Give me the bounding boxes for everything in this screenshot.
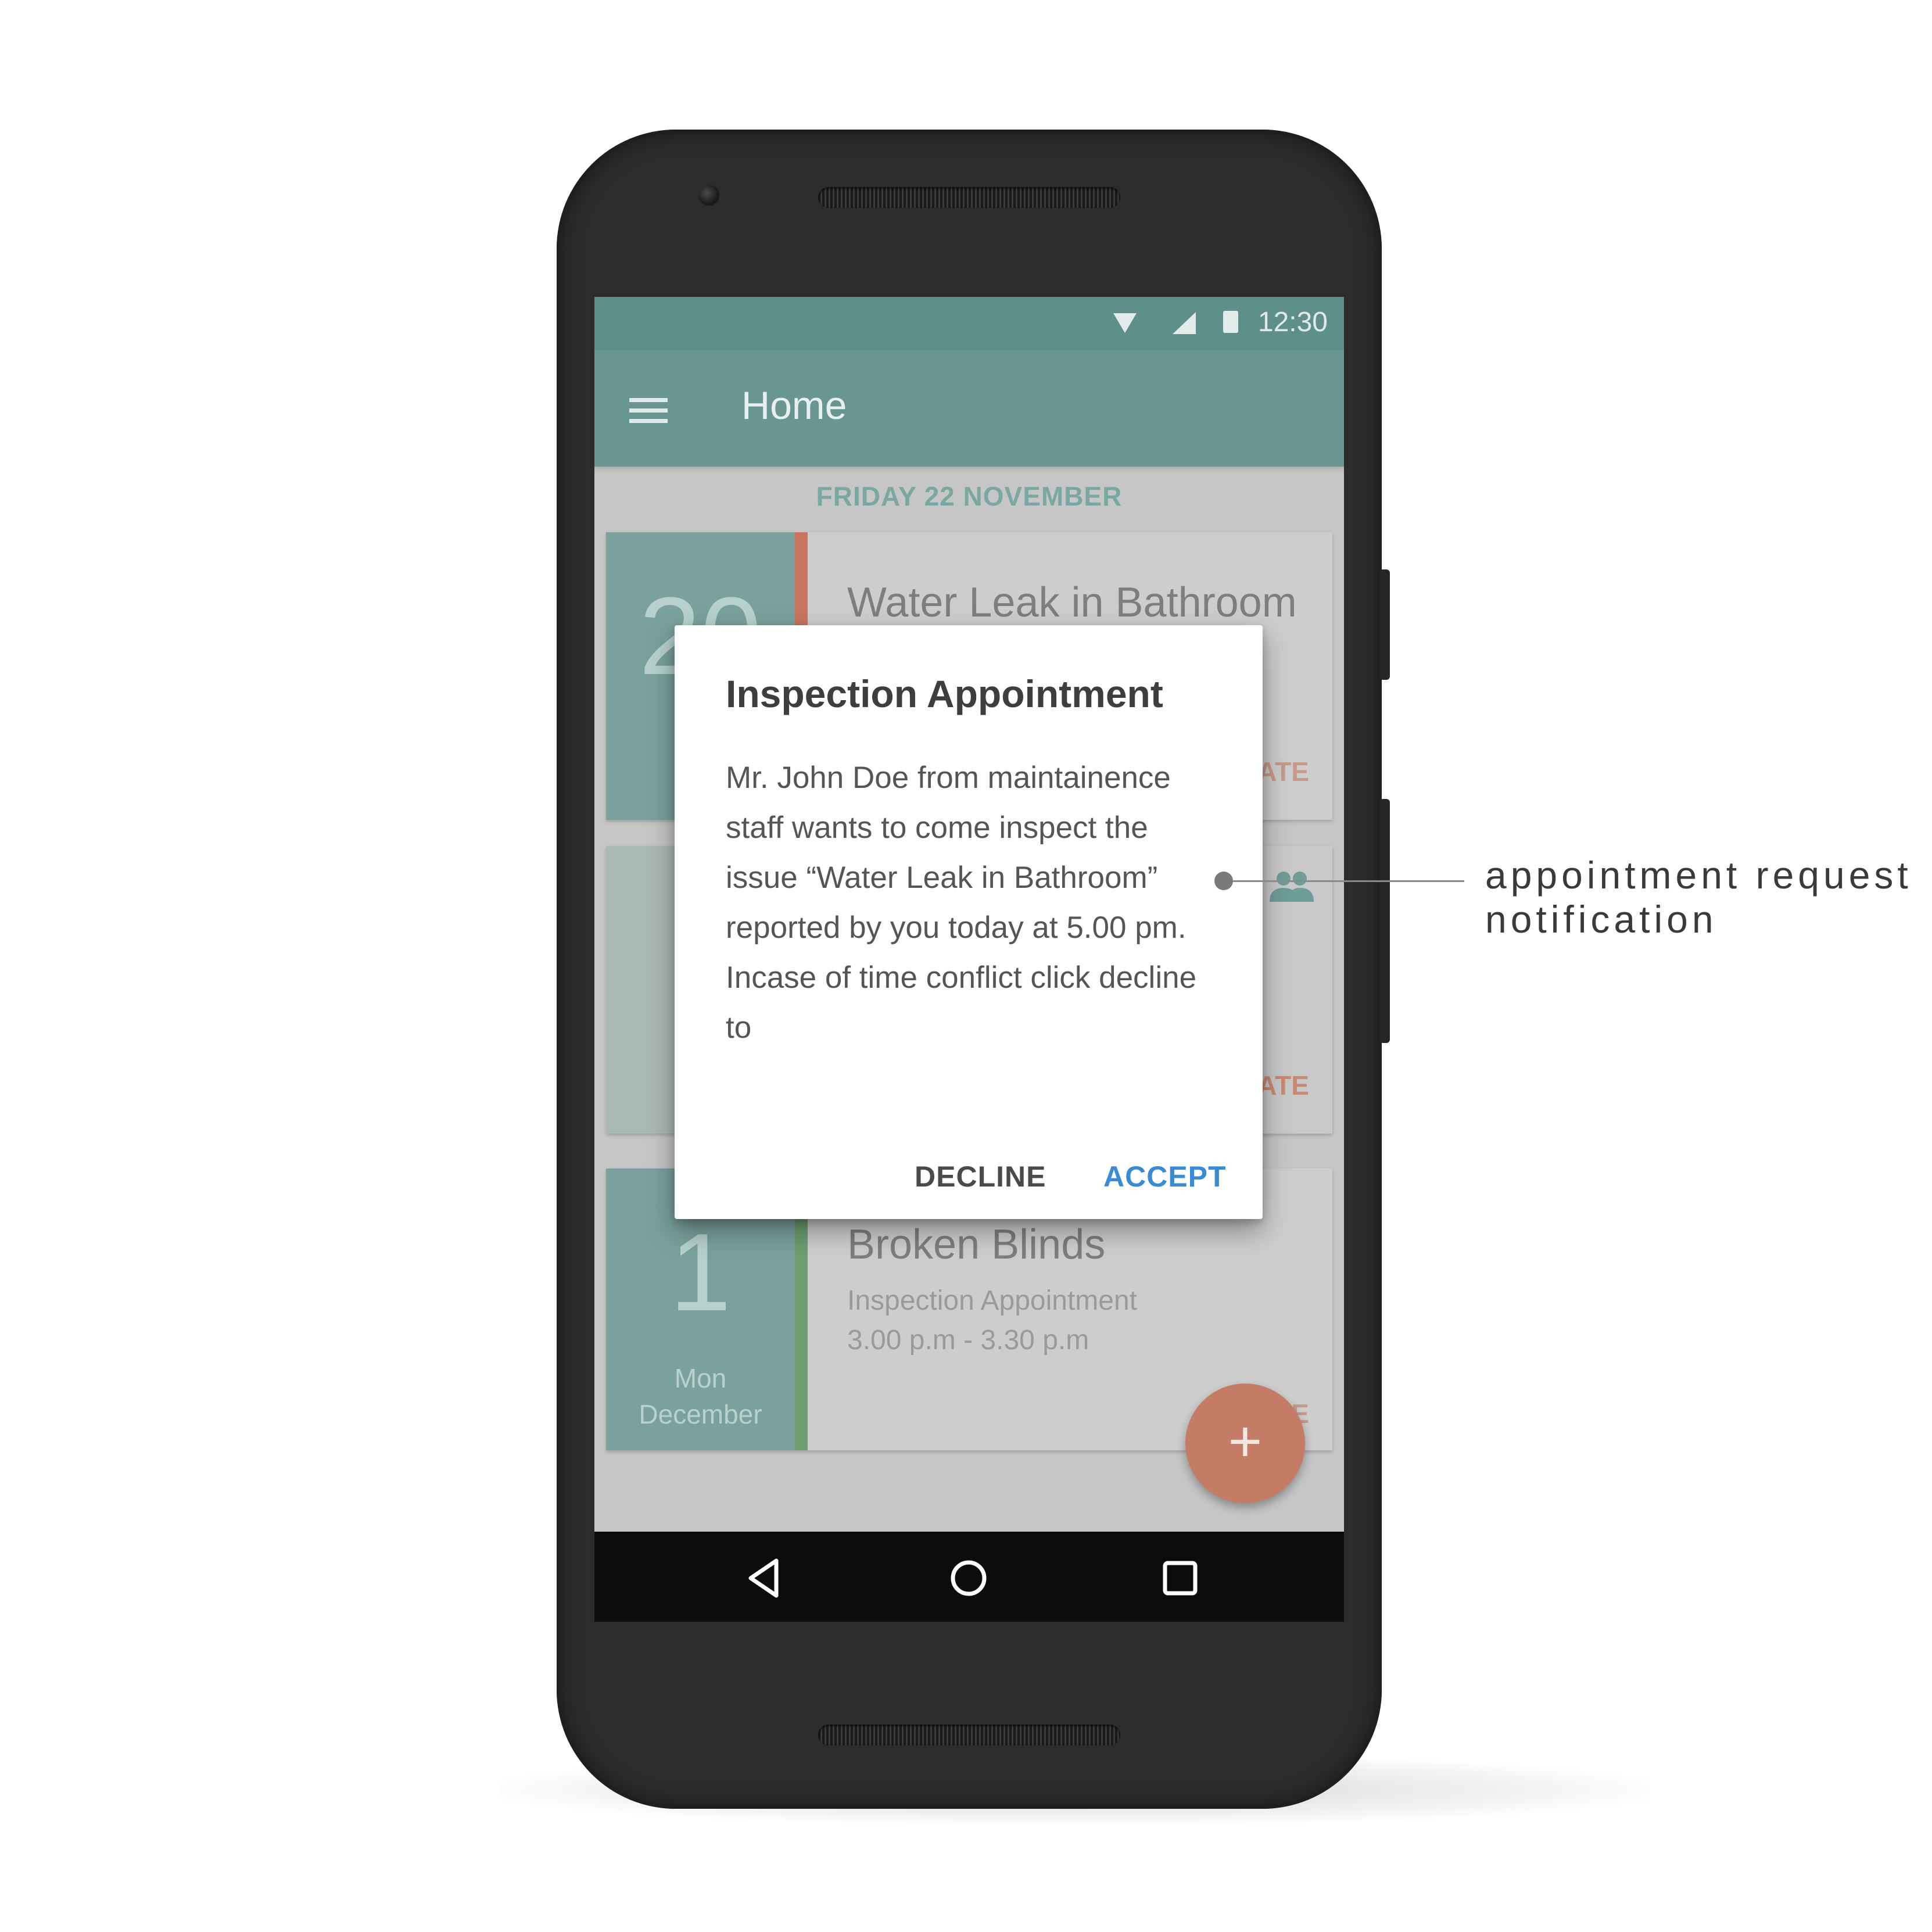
annotation-line-2: notification — [1485, 898, 1718, 941]
top-speaker — [818, 187, 1120, 208]
date-header: FRIDAY 22 NOVEMBER — [816, 481, 1123, 511]
card-weekday: Mon — [674, 1363, 727, 1393]
dialog-title: Inspection Appointment — [726, 672, 1163, 715]
front-camera — [698, 185, 719, 206]
card-day: 1 — [669, 1211, 732, 1334]
people-icon — [1270, 872, 1314, 902]
decline-button[interactable]: DECLINE — [915, 1160, 1046, 1193]
card-month: December — [639, 1399, 762, 1429]
battery-icon — [1223, 311, 1238, 333]
annotation-label: appointment request notification — [1485, 853, 1912, 941]
dialog-message: Mr. John Doe from maintainence staff wan… — [726, 761, 1197, 1044]
signal-icon — [1173, 312, 1196, 334]
annotation-dot — [1214, 872, 1233, 890]
card-time: 3.00 p.m - 3.30 p.m — [847, 1325, 1089, 1356]
card-action[interactable]: ATE — [1257, 756, 1309, 787]
app-bar: Home — [594, 350, 1344, 467]
add-icon: + — [1228, 1409, 1263, 1474]
back-icon[interactable] — [743, 1555, 789, 1601]
page-title: Home — [741, 383, 847, 428]
card-action[interactable]: ATE — [1257, 1070, 1309, 1101]
add-button[interactable]: + — [1185, 1383, 1305, 1503]
menu-icon[interactable] — [629, 398, 668, 424]
wifi-icon — [1113, 313, 1137, 333]
annotation-leader-line — [1223, 880, 1464, 882]
navigation-bar — [594, 1532, 1344, 1622]
annotation-line-1: appointment request — [1485, 854, 1912, 897]
card-subtitle: Inspection Appointment — [847, 1285, 1138, 1316]
status-time: 12:30 — [1257, 307, 1328, 338]
card-title: Broken Blinds — [847, 1221, 1106, 1268]
card-title: Water Leak in Bathroom — [847, 579, 1297, 626]
home-icon[interactable] — [945, 1555, 992, 1601]
volume-button — [1379, 799, 1390, 1043]
recents-icon[interactable] — [1157, 1555, 1203, 1601]
appointment-dialog: Inspection Appointment Mr. John Doe from… — [675, 625, 1263, 1219]
bottom-speaker — [818, 1725, 1120, 1745]
power-button — [1379, 569, 1390, 680]
screen: 12:30 Home FRIDAY 22 NOVEMBER 20 No Wate… — [594, 297, 1344, 1622]
status-bar: 12:30 — [594, 297, 1344, 350]
accept-button[interactable]: ACCEPT — [1103, 1160, 1227, 1193]
